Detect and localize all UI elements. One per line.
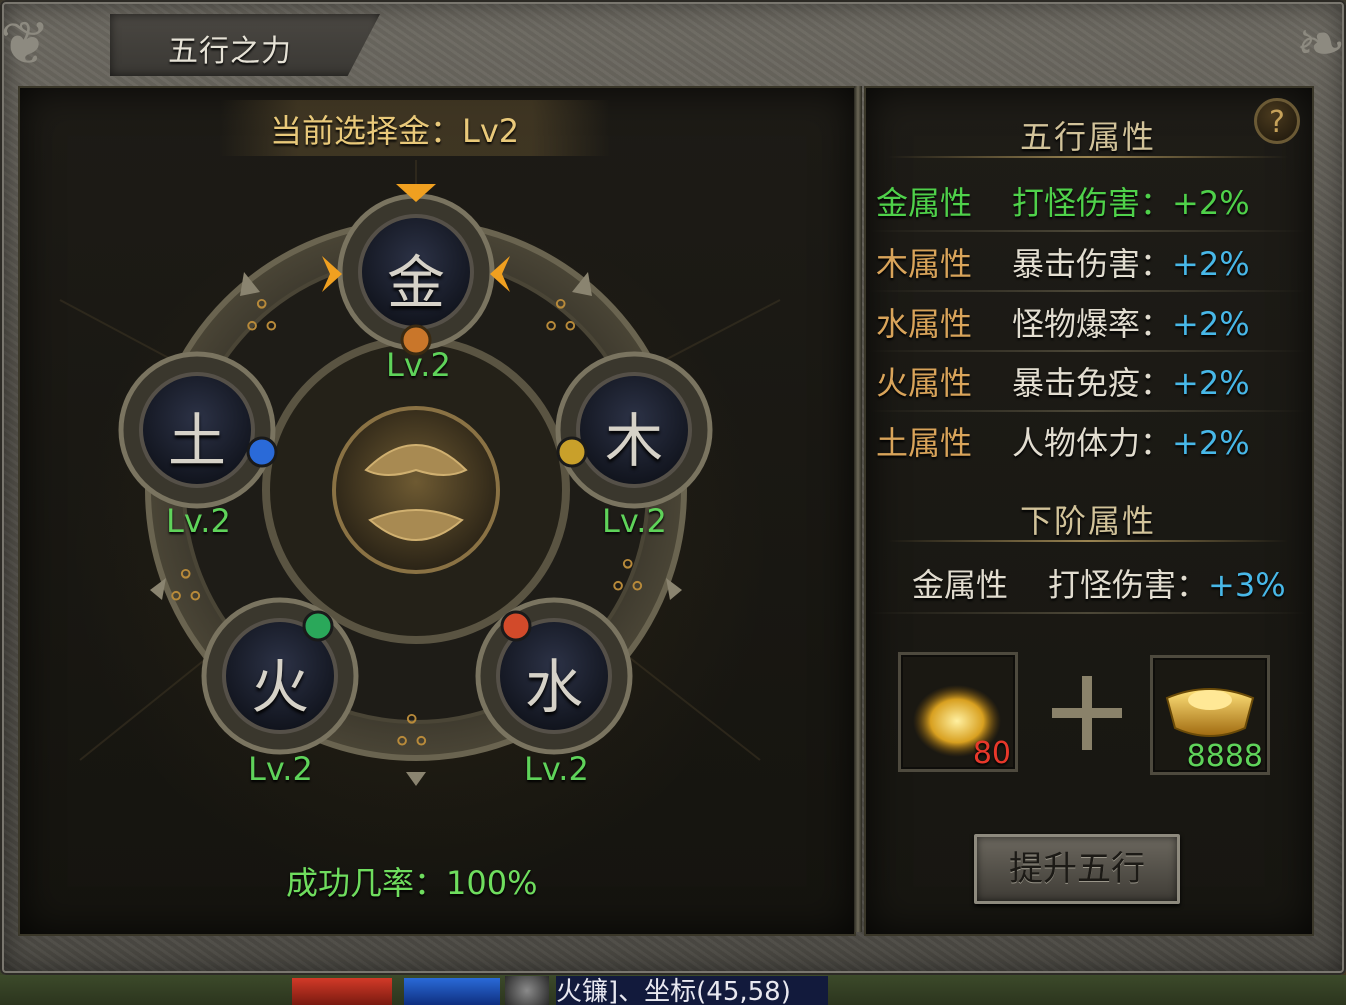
fire-gem-icon bbox=[500, 610, 532, 642]
center-emblem bbox=[332, 406, 500, 574]
header-underline bbox=[888, 156, 1288, 158]
element-label-wood: 木 bbox=[604, 407, 663, 475]
next-tier-element: 金属性 bbox=[912, 566, 1009, 604]
row-divider bbox=[870, 410, 1306, 412]
attribute-row: 水属性 怪物爆率：+2% bbox=[876, 299, 1250, 345]
attribute-element: 土属性 bbox=[876, 424, 973, 462]
level-metal: Lv.2 bbox=[386, 346, 451, 384]
hp-bar bbox=[292, 978, 392, 1005]
attribute-value: +2% bbox=[1172, 305, 1250, 343]
level-earth: Lv.2 bbox=[166, 502, 231, 540]
cloud-glyph-icon: ஃ bbox=[612, 554, 643, 600]
next-tier-header: 下阶属性 bbox=[868, 488, 1308, 544]
item-count: 8888 bbox=[1186, 739, 1263, 774]
attribute-row: 土属性 人物体力：+2% bbox=[876, 418, 1250, 464]
upgrade-button[interactable]: 提升五行 bbox=[974, 834, 1180, 904]
row-divider bbox=[870, 612, 1306, 614]
attribute-value: +2% bbox=[1172, 424, 1250, 462]
next-tier-value: +3% bbox=[1208, 566, 1286, 604]
cloud-glyph-icon: ஃ bbox=[246, 294, 277, 340]
cloud-glyph-icon: ஃ bbox=[170, 564, 201, 610]
element-label-water: 水 bbox=[524, 653, 583, 721]
five-element-wheel: ஃ ஃ ஃ ஃ ஃ bbox=[59, 160, 781, 786]
next-tier-title: 下阶属性 bbox=[1019, 502, 1156, 540]
attributes-header: 五行属性 bbox=[868, 104, 1308, 160]
header-underline bbox=[888, 540, 1288, 542]
attribute-value: +2% bbox=[1172, 364, 1250, 402]
attribute-stat: 暴击伤害： bbox=[1012, 245, 1173, 283]
location-text: 火镰]、坐标(45,58) bbox=[556, 976, 828, 1005]
element-label-fire: 火 bbox=[250, 653, 309, 721]
attribute-row: 火属性 暴击免疫：+2% bbox=[876, 358, 1250, 404]
wood-gem-icon bbox=[302, 610, 334, 642]
attribute-element: 金属性 bbox=[876, 184, 973, 222]
attributes-title: 五行属性 bbox=[1019, 118, 1156, 156]
attribute-stat: 暴击免疫： bbox=[1012, 364, 1173, 402]
element-label-earth: 土 bbox=[167, 407, 226, 475]
cloud-glyph-icon: ஃ bbox=[396, 709, 427, 755]
level-water: Lv.2 bbox=[524, 750, 589, 788]
cost-item-slot[interactable]: 8888 bbox=[1150, 655, 1270, 775]
water-gem-icon bbox=[246, 436, 278, 468]
level-wood: Lv.2 bbox=[602, 502, 667, 540]
attribute-stat: 打怪伤害： bbox=[1012, 184, 1173, 222]
attribute-value: +2% bbox=[1172, 245, 1250, 283]
item-count: 80 bbox=[972, 736, 1011, 771]
attribute-stat: 人物体力： bbox=[1012, 424, 1173, 462]
next-tier-row: 金属性 打怪伤害：+3% bbox=[912, 560, 1286, 606]
level-fire: Lv.2 bbox=[248, 750, 313, 788]
row-divider bbox=[870, 290, 1306, 292]
dragon-ornament-right-icon: ❧ bbox=[1295, 9, 1346, 79]
element-label-metal: 金 bbox=[386, 249, 445, 317]
mp-bar bbox=[404, 978, 500, 1005]
orb-icon bbox=[505, 976, 549, 1005]
attribute-stat: 怪物爆率： bbox=[1012, 305, 1173, 343]
attribute-element: 水属性 bbox=[876, 305, 973, 343]
success-rate: 成功几率：100% bbox=[286, 864, 538, 902]
attribute-row: 木属性 暴击伤害：+2% bbox=[876, 239, 1250, 285]
cloud-glyph-icon: ஃ bbox=[545, 294, 576, 340]
cost-item-slot[interactable]: 80 bbox=[898, 652, 1018, 772]
attribute-element: 木属性 bbox=[876, 245, 973, 283]
help-button[interactable]: ? bbox=[1254, 98, 1300, 144]
row-divider bbox=[870, 350, 1306, 352]
attribute-value: +2% bbox=[1172, 184, 1250, 222]
row-divider bbox=[870, 230, 1306, 232]
plus-icon bbox=[1082, 676, 1092, 750]
next-tier-stat: 打怪伤害： bbox=[1048, 566, 1209, 604]
attribute-row: 金属性 打怪伤害：+2% bbox=[876, 178, 1250, 224]
metal-gem-icon bbox=[556, 436, 588, 468]
attribute-element: 火属性 bbox=[876, 364, 973, 402]
